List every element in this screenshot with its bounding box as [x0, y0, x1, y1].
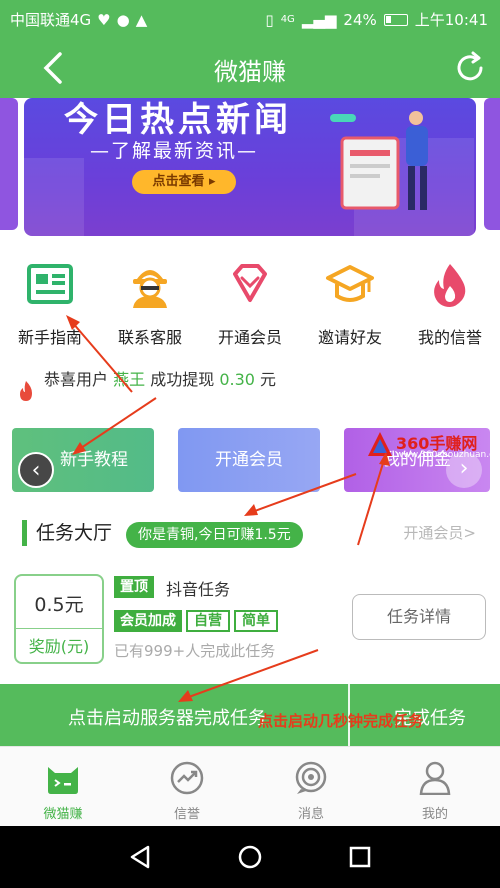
notice-unit: 元: [260, 370, 277, 389]
heart-icon: ♥: [97, 10, 111, 29]
menu-label: 联系客服: [117, 328, 182, 347]
menu-label: 邀请好友: [317, 328, 382, 347]
card-label: 开通会员: [215, 450, 283, 470]
system-home-icon[interactable]: [236, 843, 264, 871]
tab-messages[interactable]: 消息: [266, 761, 356, 822]
banner-prev-peek: [0, 98, 18, 230]
banner-cta-button[interactable]: 点击查看 ▸: [132, 170, 236, 194]
system-recents-icon[interactable]: [346, 843, 374, 871]
vibrate-icon: ▯: [265, 10, 274, 29]
system-navigation-bar: [0, 826, 500, 888]
task-info[interactable]: 置顶 抖音任务 会员加成 自营 简单 已有999+人完成此任务: [114, 576, 344, 666]
flame-icon: [434, 264, 466, 307]
reward-label: 奖励(元): [16, 628, 102, 662]
upgrade-link[interactable]: 开通会员>: [403, 522, 476, 543]
tab-label: 微猫赚: [43, 807, 83, 822]
app-title: 微猫赚: [214, 58, 286, 86]
menu-item-vip[interactable]: 开通会员: [204, 262, 296, 350]
banner-slide[interactable]: 今日热点新闻 —了解最新资讯— 点击查看 ▸: [24, 98, 476, 236]
tab-label: 信誉: [173, 807, 200, 822]
menu-item-support[interactable]: 联系客服: [104, 262, 196, 350]
reward-box: 0.5元 奖励(元): [14, 574, 104, 664]
battery-icon: [383, 13, 408, 26]
refresh-icon[interactable]: [452, 50, 488, 86]
menu-label: 开通会员: [217, 328, 282, 347]
chat-bubble-icon: ●: [116, 10, 130, 29]
app-bar: 微猫赚: [0, 38, 500, 98]
watermark-url: www.360shouzhuan.com: [396, 450, 500, 460]
user-icon: [419, 761, 451, 796]
guide-card-icon: [27, 264, 73, 304]
menu-item-credit[interactable]: 我的信誉: [404, 262, 496, 350]
network-type: 4G: [280, 14, 295, 25]
banner-headline: 今日热点新闻: [64, 100, 292, 140]
fire-icon: [20, 381, 32, 401]
battery-percent: 24%: [343, 10, 377, 29]
menu-label: 新手指南: [17, 328, 82, 347]
agent-icon: [133, 270, 167, 308]
signal-icon: ▂▄▆: [301, 10, 337, 29]
pin-tag: 置顶: [114, 576, 154, 598]
cat-face-icon: [48, 767, 78, 794]
bell-icon: ▲: [135, 10, 148, 29]
task-hall-title: 任务大厅: [36, 522, 113, 544]
completed-count: 已有999+人完成此任务: [114, 642, 276, 660]
menu-label: 我的信誉: [417, 328, 482, 347]
trend-chart-icon: [170, 761, 204, 795]
tab-label: 我的: [421, 807, 448, 822]
carrier-label: 中国联通4G: [10, 11, 92, 29]
menu-item-invite[interactable]: 邀请好友: [304, 262, 396, 350]
triangle-logo-icon: [368, 432, 392, 456]
diamond-icon: [233, 264, 267, 302]
system-back-icon[interactable]: [126, 843, 154, 871]
withdraw-notice: 恭喜用户 燕王 成功提现 0.30 元: [0, 360, 500, 401]
member-bonus-tag: 会员加成: [114, 610, 182, 632]
task-name: 抖音任务: [166, 580, 231, 599]
reward-amount: 0.5元: [34, 594, 84, 616]
clock: 上午10:41: [414, 11, 488, 29]
task-hall-header: 任务大厅 你是青铜,今日可赚1.5元 开通会员>: [0, 512, 500, 556]
notice-amount: 0.30: [219, 370, 255, 389]
carousel-prev-button[interactable]: ‹: [18, 452, 54, 488]
start-server-button[interactable]: 点击启动服务器完成任务: [68, 704, 266, 730]
notice-action: 成功提现: [150, 370, 215, 389]
easy-tag: 简单: [234, 610, 278, 632]
chevron-left-icon: ‹: [31, 458, 41, 483]
menu-item-guide[interactable]: 新手指南: [4, 262, 96, 350]
message-ring-icon: [295, 761, 327, 794]
reading-person-illustration: [330, 111, 428, 210]
graduation-cap-icon: [326, 265, 374, 302]
section-marker: [22, 520, 27, 546]
notice-prefix: 恭喜用户: [44, 370, 109, 389]
annotation-text: 点击启动几秒钟完成任务: [258, 712, 424, 730]
tab-profile[interactable]: 我的: [390, 761, 480, 822]
tab-credit[interactable]: 信誉: [142, 761, 232, 822]
level-badge: 你是青铜,今日可赚1.5元: [126, 522, 303, 548]
tab-label: 消息: [297, 807, 324, 822]
notice-user: 燕王: [113, 370, 146, 389]
watermark-logo: 360手赚网 www.360shouzhuan.com: [354, 430, 500, 466]
action-bar: 点击启动服务器完成任务 完成任务 点击启动几秒钟完成任务: [0, 684, 500, 746]
status-bar: 中国联通4G ♥ ● ▲ ▯ 4G ▂▄▆ 24% 上午10:41: [0, 0, 500, 38]
task-detail-button[interactable]: 任务详情: [352, 594, 486, 640]
tab-home[interactable]: 微猫赚: [18, 761, 108, 822]
card-vip[interactable]: 开通会员: [178, 428, 320, 492]
banner-next-peek: [484, 98, 500, 230]
bottom-tab-bar: 微猫赚 信誉 消息 我的: [0, 746, 500, 826]
self-run-tag: 自营: [186, 610, 230, 632]
banner-subtitle: —了解最新资讯—: [90, 140, 259, 162]
banner-carousel[interactable]: 今日热点新闻 —了解最新资讯— 点击查看 ▸: [0, 98, 500, 240]
